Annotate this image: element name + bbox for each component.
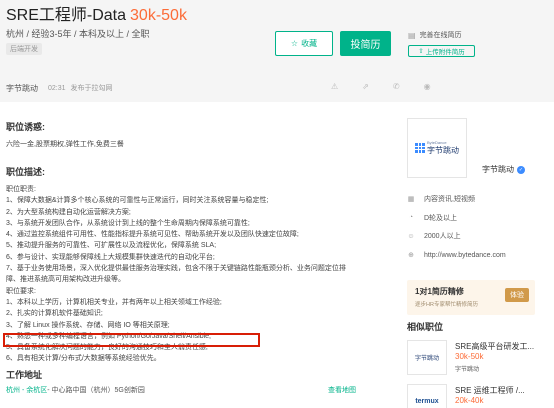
company-name[interactable]: 字节跳动 ✓ xyxy=(482,164,525,175)
resume-box: ▤ 完善在线简历 ⇧ 上传附件简历 xyxy=(408,30,508,57)
similar-logo-text: termux xyxy=(415,398,439,405)
upload-label: 上传附件简历 xyxy=(425,49,465,56)
favorite-button[interactable]: ☆ 收藏 xyxy=(275,31,333,56)
company-info-list: ▦ 内容资讯,短视频 ◔ D轮及以上 ☺ 2000人以上 ⊕ http://ww… xyxy=(407,190,506,265)
similar-jobs-title: 相似职位 xyxy=(407,322,444,332)
description-title: 职位描述: xyxy=(6,167,45,177)
description-line: 障、推进系统高可用架构改进升级等。 xyxy=(6,276,125,284)
share-icon[interactable]: ⇗ xyxy=(362,82,369,91)
upload-icon: ⇧ xyxy=(418,48,424,55)
description-line: 6、参与设计、实现能够保障线上大规模集群快速迭代的自动化平台; xyxy=(6,253,215,261)
perks-title: 职位诱惑: xyxy=(6,122,45,132)
info-text: 2000人以上 xyxy=(424,233,461,241)
publish-company[interactable]: 字节跳动 xyxy=(6,83,38,94)
promo-subtitle: 逐步HR专家帮忙精修简历 xyxy=(415,302,478,308)
similar-job-logo: 字节跳动 xyxy=(407,340,447,375)
description-line: 5、推动提升服务的可靠性、可扩展性以及流程优化，保障系统 SLA; xyxy=(6,242,217,250)
website-link[interactable]: http://www.bytedance.com xyxy=(424,252,506,259)
publish-source: 发布于拉勾网 xyxy=(70,85,113,92)
description-line: 职位职责: xyxy=(6,186,36,193)
info-industry: ▦ 内容资讯,短视频 xyxy=(407,190,506,209)
publish-time: 02:31 xyxy=(48,84,66,92)
upload-resume-button[interactable]: ⇧ 上传附件简历 xyxy=(408,45,475,57)
logo-text: 字节跳动 xyxy=(427,146,459,155)
description-line: 3、与系统开发团队合作，从系统设计到上线的整个生命周期内保障系统可靠性; xyxy=(6,219,250,227)
favorite-label: 收藏 xyxy=(301,39,318,48)
address-city[interactable]: 杭州 - 余杭区 xyxy=(6,385,47,395)
document-icon: ▤ xyxy=(408,30,416,40)
company-logo[interactable]: ByteDance 字节跳动 xyxy=(407,118,467,178)
website-icon: ⊕ xyxy=(408,252,414,260)
info-size: ☺ 2000人以上 xyxy=(407,227,506,246)
similar-job-item[interactable]: termux SRE 运维工程师 /... 20k-40k xyxy=(407,384,547,408)
warning-icon[interactable]: ⚠ xyxy=(331,82,338,91)
promo-title: 1对1简历精修 xyxy=(415,287,464,296)
verified-icon: ✓ xyxy=(517,165,525,174)
job-meta: 杭州 / 经验3-5年 / 本科及以上 / 全职 xyxy=(6,29,150,39)
description-line: 职位要求: xyxy=(6,287,36,295)
bytedance-logo-icon: ByteDance 字节跳动 xyxy=(415,140,459,156)
info-funding: ◔ D轮及以上 xyxy=(407,209,506,228)
resume-status-label: 完善在线简历 xyxy=(419,32,462,39)
similar-job-name[interactable]: SRE高级平台研发工... xyxy=(455,341,534,352)
description-line: 4、通过监控系统组件可用性、性能指标提升系统可见性、帮助系统开发以及团队快速定位… xyxy=(6,231,299,239)
description-line: 7、基于业务使用场景，深入优化提供最佳服务治理实践，包含不限于关键链路性能瓶颈分… xyxy=(6,265,346,273)
description-line: 2、为大型系统构建自动化运营解决方案; xyxy=(6,208,131,216)
address-detail: - 中心路中国（杭州）5G创新园 xyxy=(47,386,145,394)
highlight-box xyxy=(3,333,260,347)
share-icons: ⚠ ⇗ ✆ ◉ xyxy=(331,82,431,91)
title-row: SRE工程师-Data 30k-50k xyxy=(6,1,187,25)
perks-text: 六险一金,股票期权,弹性工作,免费三餐 xyxy=(6,141,124,148)
weibo-icon[interactable]: ◉ xyxy=(424,82,431,91)
job-detail: 职位诱惑: 六险一金,股票期权,弹性工作,免费三餐 职位描述: 职位职责: 1、… xyxy=(6,120,362,395)
address-title: 工作地址 xyxy=(6,369,43,380)
job-salary: 30k-50k xyxy=(130,7,187,24)
description-line: 1、保障大数据&计算多个核心系统的可靠性与正常运行，同时关注系统容量与稳定性; xyxy=(6,197,269,205)
similar-job-salary: 30k-50k xyxy=(455,352,484,361)
industry-icon: ▦ xyxy=(407,196,415,204)
view-map-link[interactable]: 查看地图 xyxy=(328,385,356,395)
description-line: 1、本科以上学历，计算机相关专业，并有两年以上相关领域工作经验; xyxy=(6,298,222,306)
wechat-icon[interactable]: ✆ xyxy=(393,82,400,91)
funding-icon: ◔ xyxy=(408,214,414,222)
description-line: 6、具有相关计算/分布式/大数据等系统经验优先。 xyxy=(6,355,161,363)
company-name-label: 字节跳动 xyxy=(482,165,514,174)
similar-logo-text: 字节跳动 xyxy=(414,356,439,362)
similar-job-name[interactable]: SRE 运维工程师 /... xyxy=(455,385,525,396)
similar-job-company: 字节跳动 xyxy=(455,367,480,373)
publish-row: 字节跳动 02:31 发布于拉勾网 ⚠ ⇗ ✆ ◉ xyxy=(6,78,554,98)
people-icon: ☺ xyxy=(407,232,415,240)
company-sidebar: ByteDance 字节跳动 字节跳动 ✓ ▦ 内容资讯,短视频 ◔ D轮及以上… xyxy=(395,118,554,408)
job-tag: 后端开发 xyxy=(6,43,42,55)
resume-promo-banner[interactable]: 1对1简历精修 逐步HR专家帮忙精修简历 体验 xyxy=(407,280,535,315)
similar-job-item[interactable]: 字节跳动 SRE高级平台研发工... 30k-50k 字节跳动 xyxy=(407,340,547,380)
job-title: SRE工程师-Data xyxy=(6,7,127,24)
info-text: D轮及以上 xyxy=(424,214,458,222)
address-row: 杭州 - 余杭区 - 中心路中国（杭州）5G创新园 查看地图 xyxy=(6,385,362,395)
similar-job-logo: termux xyxy=(407,384,447,408)
description-line: 2、扎实的计算机软件基础知识; xyxy=(6,310,103,318)
info-text: 内容资讯,短视频 xyxy=(424,196,475,204)
job-header: SRE工程师-Data 30k-50k 杭州 / 经验3-5年 / 本科及以上 /… xyxy=(0,0,554,102)
promo-try-button[interactable]: 体验 xyxy=(505,288,529,302)
description-line: 3、了解 Linux 操作系统、存储、网络 IO 等相关原理; xyxy=(6,321,170,329)
similar-job-salary: 20k-40k xyxy=(455,396,484,405)
apply-button[interactable]: 投简历 xyxy=(340,31,391,56)
star-icon: ☆ xyxy=(290,39,299,48)
resume-status[interactable]: ▤ 完善在线简历 xyxy=(408,30,508,40)
info-website: ⊕ http://www.bytedance.com xyxy=(407,246,506,265)
